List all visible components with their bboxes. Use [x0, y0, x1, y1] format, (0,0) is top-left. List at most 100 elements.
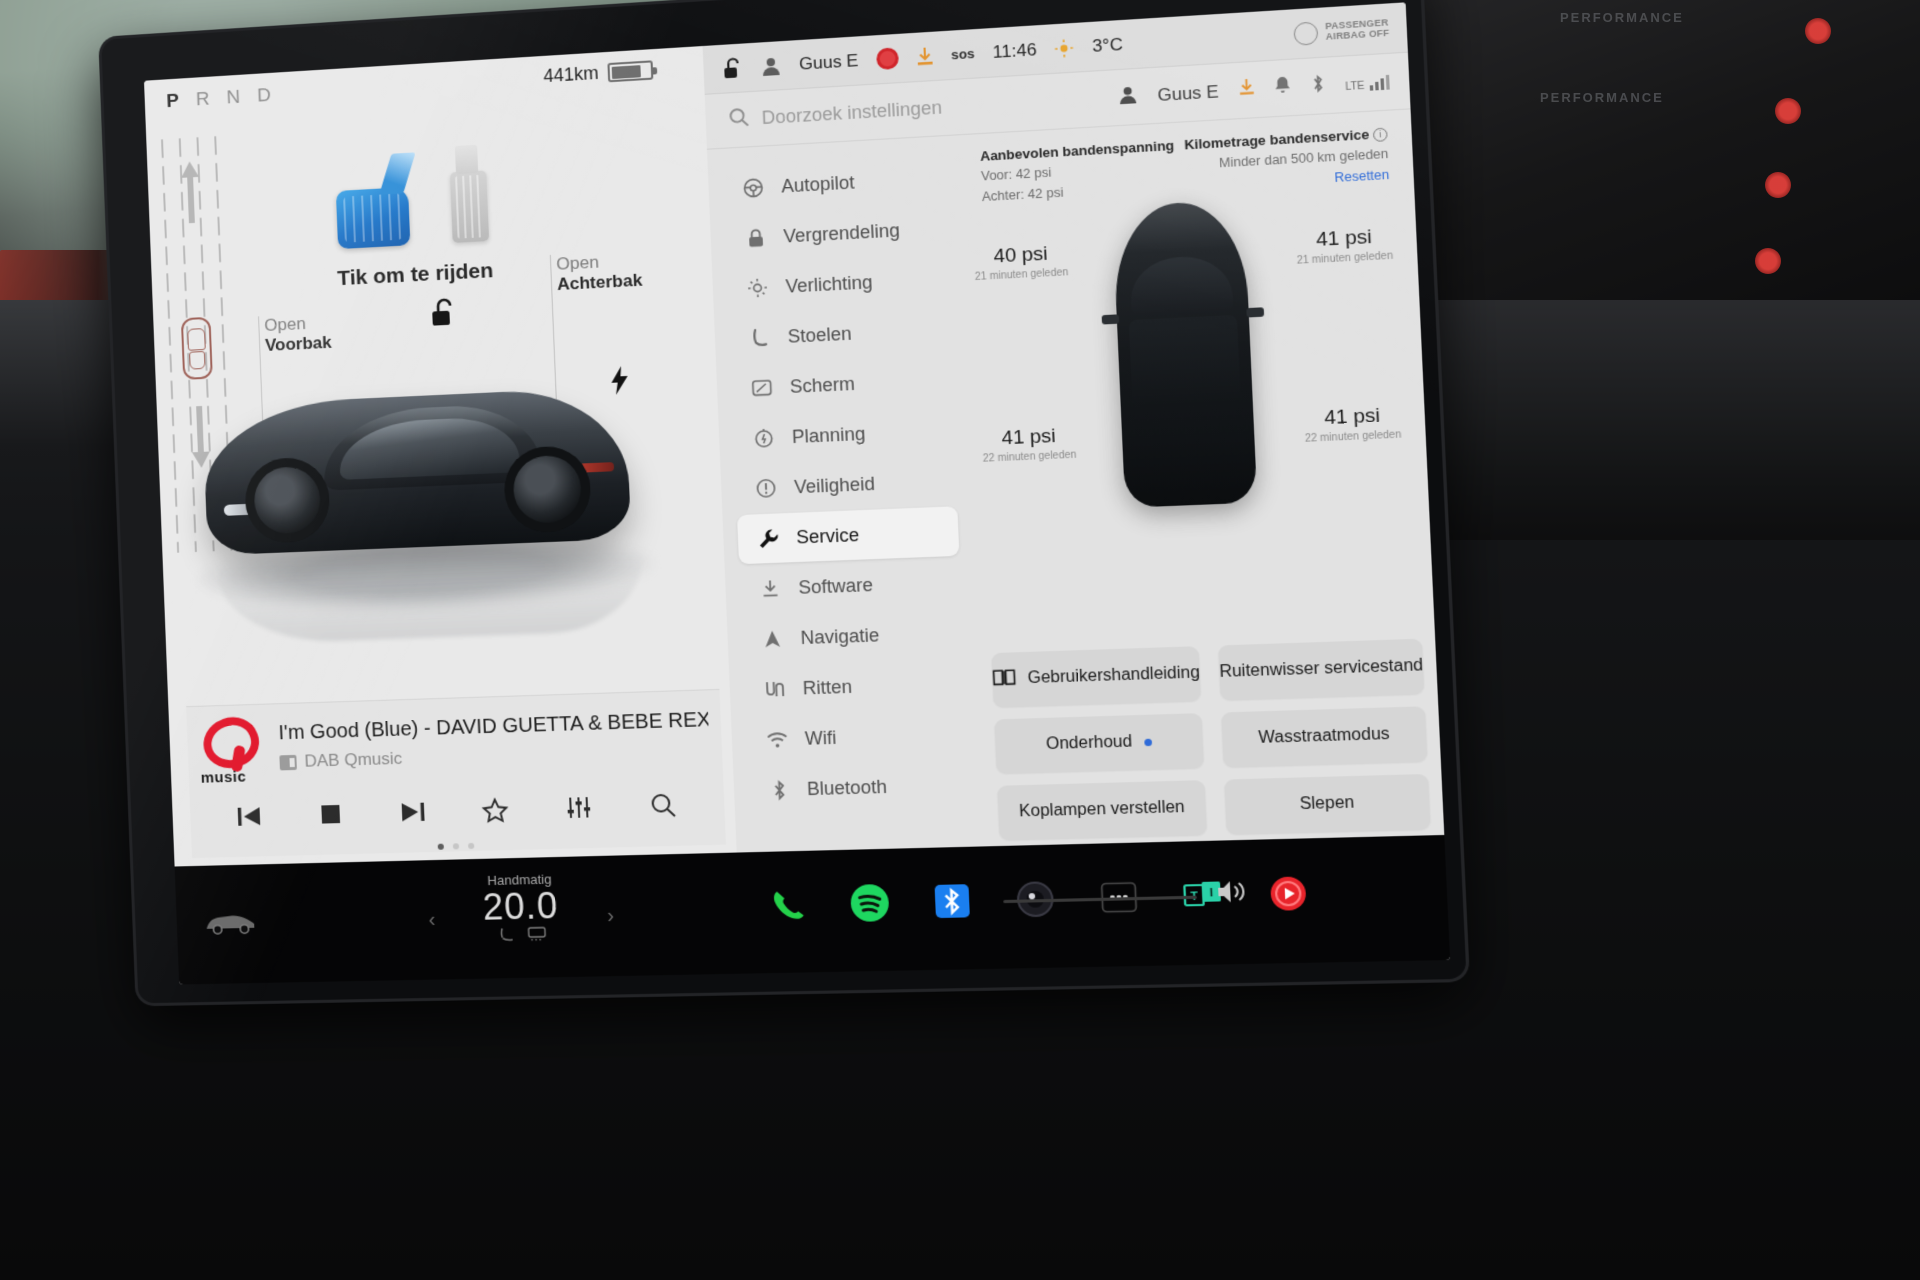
- background-red-light: [1775, 98, 1801, 124]
- sidebar-item-planning[interactable]: Planning: [733, 405, 955, 464]
- trunk-callout[interactable]: Open Achterbak: [556, 250, 643, 295]
- sidebar-item-bluetooth[interactable]: Bluetooth: [748, 760, 971, 816]
- software-download-icon[interactable]: [916, 46, 934, 68]
- youtube-app-icon[interactable]: [1263, 870, 1313, 917]
- settings-panel: 441km Guus E sos 11:46 3°C PASSENGER AIR…: [543, 2, 1445, 853]
- bluetooth-icon[interactable]: [1310, 73, 1326, 99]
- wifi-icon: [765, 730, 789, 748]
- shift-up-arrow-icon[interactable]: [179, 159, 203, 231]
- next-track-button[interactable]: [371, 800, 454, 824]
- drive-panel: P R N D Tik om te rijden Open Voorbak Op…: [143, 46, 737, 867]
- sidebar-item-stoelen[interactable]: Stoelen: [729, 304, 951, 364]
- owners-manual-button[interactable]: Gebruikershandleiding: [991, 646, 1202, 708]
- phone-app-icon[interactable]: [764, 882, 812, 928]
- track-title: I'm Good (Blue) - DAVID GUETTA & BEBE RE…: [278, 708, 709, 745]
- sun-icon: [1054, 38, 1074, 58]
- recommended-pressure-title: Aanbevolen bandenspanning: [979, 137, 1175, 164]
- tyre-rear-right: 41 psi 22 minuten geleden: [1303, 404, 1402, 445]
- unlock-icon[interactable]: [429, 296, 461, 335]
- tyre-pressure-value: 41 psi: [1001, 425, 1057, 450]
- sidebar-item-label: Autopilot: [780, 171, 855, 197]
- info-icon[interactable]: i: [1372, 127, 1388, 142]
- dashcam-recording-icon[interactable]: [875, 47, 899, 71]
- sidebar-item-ritten[interactable]: Ritten: [743, 658, 966, 715]
- profile-avatar-icon[interactable]: [760, 55, 782, 77]
- notification-badge: [1143, 738, 1152, 746]
- sidebar-item-label: Verlichting: [785, 271, 873, 297]
- search-icon: [728, 106, 750, 133]
- stop-button[interactable]: [289, 802, 372, 826]
- driver-profile-name[interactable]: Guus E: [799, 50, 859, 74]
- brake-pedal-icon: [449, 170, 490, 243]
- sidebar-item-label: Scherm: [789, 373, 856, 397]
- accelerator-pedal-icon: [335, 186, 411, 250]
- tow-mode-button[interactable]: Slepen: [1224, 773, 1431, 835]
- gear-indicator[interactable]: P R N D: [166, 84, 277, 113]
- bluetooth-app-icon[interactable]: [928, 878, 977, 925]
- download-icon: [758, 578, 782, 599]
- vehicle-render[interactable]: [191, 344, 677, 656]
- media-text-block: I'm Good (Blue) - DAVID GUETTA & BEBE RE…: [278, 709, 710, 773]
- defrost-icon: [526, 925, 547, 941]
- temp-down-button[interactable]: ‹: [428, 909, 436, 932]
- gear-active: P: [166, 90, 186, 113]
- unlock-icon[interactable]: [722, 56, 744, 80]
- sidebar-item-label: Software: [798, 574, 874, 598]
- wiper-service-mode-button[interactable]: Ruitenwisser servicestand: [1218, 638, 1425, 700]
- frunk-part-label: Voorbak: [264, 332, 333, 356]
- equalizer-button[interactable]: [537, 794, 622, 821]
- profile-avatar-icon[interactable]: [1117, 84, 1139, 110]
- sidebar-item-label: Service: [795, 524, 860, 548]
- tap-to-drive-control[interactable]: Tik om te rijden: [321, 165, 588, 292]
- car-wash-mode-button[interactable]: Wasstraatmodus: [1221, 706, 1428, 767]
- media-page-dots[interactable]: [437, 842, 474, 850]
- book-icon: [992, 668, 1016, 692]
- gear-rest: R N D: [184, 84, 278, 111]
- seat-icon: [748, 327, 772, 349]
- temp-up-button[interactable]: ›: [607, 905, 615, 929]
- dab-radio-icon: [279, 754, 297, 770]
- sidebar-item-navigatie[interactable]: Navigatie: [741, 608, 964, 665]
- passenger-airbag-indicator: PASSENGER AIRBAG OFF: [1293, 17, 1390, 46]
- favorite-star-button[interactable]: [454, 796, 538, 824]
- media-now-playing[interactable]: music I'm Good (Blue) - DAVID GUETTA & B…: [186, 690, 723, 787]
- frunk-callout[interactable]: Open Voorbak: [264, 313, 332, 356]
- software-download-icon[interactable]: [1238, 78, 1255, 103]
- background-sign-text: PERFORMANCE: [1540, 90, 1664, 105]
- climate-control[interactable]: ‹ › Handmatig 20.0: [423, 870, 620, 943]
- sidebar-item-wifi[interactable]: Wifi: [745, 709, 968, 765]
- background-red-light: [1765, 172, 1791, 198]
- wrench-icon: [756, 527, 780, 549]
- maintenance-button[interactable]: Onderhoud: [994, 713, 1205, 774]
- headlight-adjust-button[interactable]: Koplampen verstellen: [997, 780, 1208, 840]
- sidebar-item-label: Ritten: [802, 675, 853, 699]
- sidebar-item-scherm[interactable]: Scherm: [731, 355, 953, 414]
- screen-surface: P R N D Tik om te rijden Open Voorbak Op…: [143, 2, 1451, 985]
- sidebar-item-service[interactable]: Service: [736, 506, 960, 565]
- charge-bolt-icon[interactable]: [610, 365, 630, 402]
- light-bulb-icon: [746, 277, 770, 299]
- navigation-arrow-icon: [761, 628, 785, 649]
- lock-icon: [744, 227, 768, 249]
- settings-profile-name[interactable]: Guus E: [1157, 81, 1219, 105]
- previous-track-button[interactable]: [208, 804, 290, 828]
- sidebar-item-label: Navigatie: [800, 624, 880, 648]
- sos-button[interactable]: sos: [951, 46, 975, 63]
- media-search-button[interactable]: [620, 791, 706, 820]
- sidebar-item-software[interactable]: Software: [739, 557, 962, 615]
- clock: 11:46: [992, 39, 1038, 62]
- volume-icon[interactable]: [1216, 878, 1250, 911]
- range-value: 441km: [543, 62, 600, 87]
- sidebar-item-veiligheid[interactable]: Veiligheid: [735, 456, 957, 514]
- sidebar-item-label: Bluetooth: [806, 775, 888, 799]
- settings-body: Autopilot Vergrendeling Verlichting Stoe…: [707, 109, 1444, 852]
- search-input[interactable]: Doorzoek instellingen: [761, 97, 942, 129]
- tyre-pressure-time: 21 minuten geleden: [1296, 250, 1394, 267]
- qmusic-logo-icon: music: [196, 709, 266, 787]
- battery-icon: [607, 60, 654, 83]
- button-label: Koplampen verstellen: [1018, 798, 1186, 821]
- bell-icon[interactable]: [1274, 75, 1291, 100]
- spotify-app-icon[interactable]: [846, 880, 894, 926]
- car-controls-icon[interactable]: [202, 908, 263, 940]
- reset-link[interactable]: Resetten: [1334, 167, 1390, 185]
